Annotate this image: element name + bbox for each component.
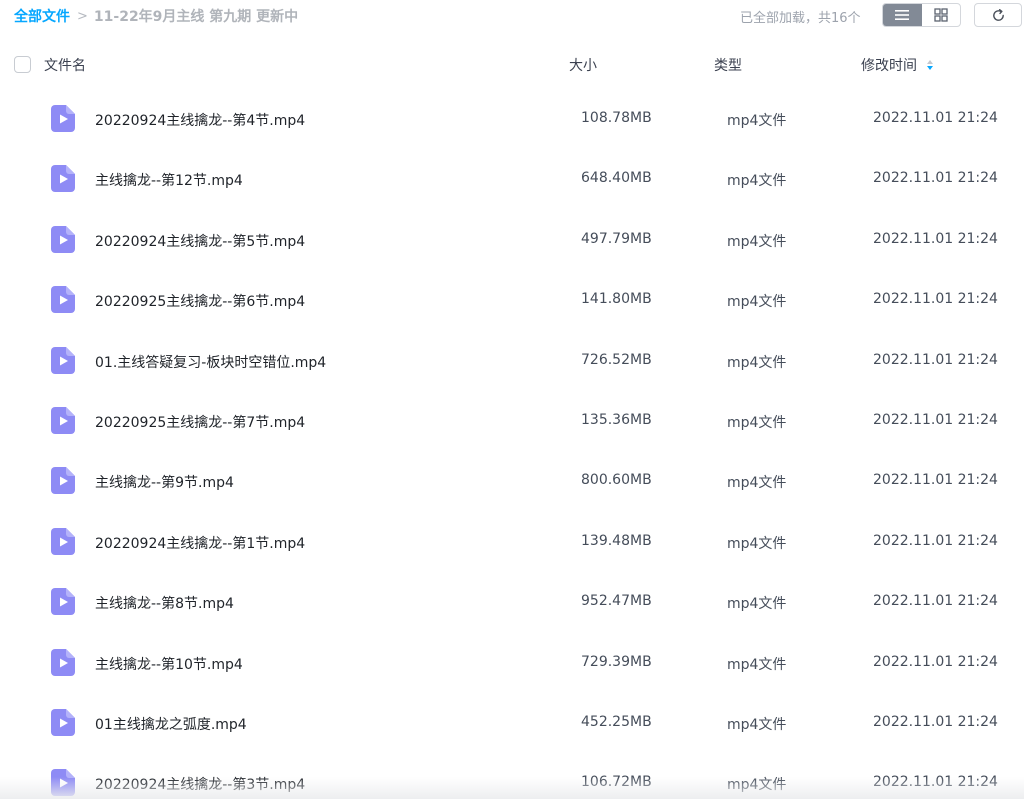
file-name[interactable]: 主线擒龙--第8节.mp4 <box>95 593 234 613</box>
video-file-icon <box>51 406 75 434</box>
file-name[interactable]: 01.主线答疑复习-板块时空错位.mp4 <box>95 352 326 372</box>
video-file-icon <box>51 588 75 616</box>
column-header-modified-time[interactable]: 修改时间 <box>861 55 933 75</box>
file-modified-time: 2022.11.01 21:24 <box>873 713 998 730</box>
file-name[interactable]: 20220925主线擒龙--第7节.mp4 <box>95 412 305 432</box>
file-name[interactable]: 主线擒龙--第10节.mp4 <box>95 654 243 674</box>
video-file-icon <box>51 165 75 193</box>
file-type: mp4文件 <box>727 113 787 129</box>
file-modified-time: 2022.11.01 21:24 <box>873 593 998 610</box>
file-size: 452.25MB <box>581 713 652 730</box>
file-row[interactable]: 20220925主线擒龙--第7节.mp4 135.36MB mp4文件 2022.1… <box>0 391 1024 451</box>
file-type: mp4文件 <box>727 294 787 311</box>
file-row[interactable]: 01主线擒龙之弧度.mp4 452.25MB mp4文件 2022.11.01 21:… <box>0 693 1024 753</box>
file-size: 139.48MB <box>581 532 652 549</box>
file-name[interactable]: 主线擒龙--第12节.mp4 <box>95 170 243 190</box>
grid-view-button[interactable] <box>922 4 961 26</box>
file-row[interactable]: 20220924主线擒龙--第1节.mp4 139.48MB mp4文件 2022.1… <box>0 512 1024 572</box>
video-file-icon <box>51 769 75 797</box>
file-size: 106.72MB <box>581 774 652 791</box>
column-header-name[interactable]: 文件名 <box>44 55 86 75</box>
breadcrumb-root-link[interactable]: 全部文件 <box>14 6 70 26</box>
video-file-icon <box>51 467 75 495</box>
file-modified-time: 2022.11.01 21:24 <box>873 532 998 549</box>
refresh-icon <box>992 8 1004 21</box>
list-view-button[interactable] <box>883 4 922 26</box>
file-size: 726.52MB <box>581 351 652 368</box>
sort-descending-icon[interactable] <box>927 60 933 70</box>
video-file-icon <box>51 105 75 132</box>
file-type: mp4文件 <box>727 173 787 190</box>
column-header-modified-time-label: 修改时间 <box>861 58 917 74</box>
file-type: mp4文件 <box>727 414 787 431</box>
file-modified-time: 2022.11.01 21:24 <box>873 291 998 308</box>
file-type: mp4文件 <box>727 716 787 733</box>
breadcrumb: 全部文件 > 11-22年9月主线 第九期 更新中 <box>14 6 298 26</box>
list-view-icon <box>895 10 910 20</box>
file-name[interactable]: 20220925主线擒龙--第6节.mp4 <box>95 291 305 311</box>
file-modified-time: 2022.11.01 21:24 <box>873 411 998 428</box>
file-size: 108.78MB <box>581 110 652 126</box>
file-modified-time: 2022.11.01 21:24 <box>873 653 998 670</box>
video-file-icon <box>51 648 75 676</box>
select-all-checkbox[interactable] <box>14 56 31 73</box>
file-size: 497.79MB <box>581 230 652 247</box>
file-type: mp4文件 <box>727 475 787 492</box>
file-size: 141.80MB <box>581 291 652 308</box>
file-size: 135.36MB <box>581 411 652 428</box>
video-file-icon <box>51 527 75 555</box>
file-row[interactable]: 主线擒龙--第12节.mp4 648.40MB mp4文件 2022.11.01 21… <box>0 149 1024 209</box>
file-row[interactable]: 20220924主线擒龙--第3节.mp4 106.72MB mp4文件 2022.1… <box>0 753 1024 799</box>
breadcrumb-separator: > <box>77 8 88 24</box>
file-type: mp4文件 <box>727 656 787 673</box>
file-name[interactable]: 20220924主线擒龙--第4节.mp4 <box>95 110 305 130</box>
column-header-size[interactable]: 大小 <box>569 55 597 75</box>
breadcrumb-current-folder: 11-22年9月主线 第九期 更新中 <box>93 9 299 25</box>
video-file-icon <box>51 286 75 314</box>
file-row[interactable]: 20220924主线擒龙--第5节.mp4 497.79MB mp4文件 2022.1… <box>0 210 1024 270</box>
file-name[interactable]: 20220924主线擒龙--第1节.mp4 <box>95 533 305 553</box>
file-modified-time: 2022.11.01 21:24 <box>873 774 998 791</box>
top-bar: 全部文件 > 11-22年9月主线 第九期 更新中 已全部加载，共16个 <box>0 0 1024 30</box>
file-modified-time: 2022.11.01 21:24 <box>873 230 998 247</box>
file-name[interactable]: 20220924主线擒龙--第5节.mp4 <box>95 231 305 251</box>
file-name[interactable]: 20220924主线擒龙--第3节.mp4 <box>95 774 305 794</box>
file-row[interactable]: 20220925主线擒龙--第6节.mp4 141.80MB mp4文件 2022.1… <box>0 270 1024 330</box>
file-modified-time: 2022.11.01 21:24 <box>873 472 998 489</box>
file-type: mp4文件 <box>727 596 787 613</box>
file-size: 729.39MB <box>581 653 652 670</box>
file-modified-time: 2022.11.01 21:24 <box>873 170 998 187</box>
file-list: 20220924主线擒龙--第4节.mp4 108.78MB mp4文件 2022.1… <box>0 89 1024 799</box>
file-name[interactable]: 01主线擒龙之弧度.mp4 <box>95 714 247 734</box>
video-file-icon <box>51 346 75 374</box>
file-row[interactable]: 主线擒龙--第9节.mp4 800.60MB mp4文件 2022.11.01 21:… <box>0 451 1024 511</box>
file-modified-time: 2022.11.01 21:24 <box>873 110 998 126</box>
refresh-button[interactable] <box>974 3 1022 27</box>
grid-view-icon <box>934 8 948 22</box>
file-type: mp4文件 <box>727 354 787 371</box>
file-row[interactable]: 主线擒龙--第8节.mp4 952.47MB mp4文件 2022.11.01 21:… <box>0 572 1024 632</box>
video-file-icon <box>51 708 75 736</box>
file-type: mp4文件 <box>727 535 787 552</box>
load-status-text: 已全部加载，共16个 <box>740 11 861 26</box>
view-mode-toggle <box>882 3 961 27</box>
file-row[interactable]: 主线擒龙--第10节.mp4 729.39MB mp4文件 2022.11.01 21… <box>0 633 1024 693</box>
video-file-icon <box>51 225 75 253</box>
file-name[interactable]: 主线擒龙--第9节.mp4 <box>95 472 234 492</box>
file-row[interactable]: 01.主线答疑复习-板块时空错位.mp4 726.52MB mp4文件 2022.11… <box>0 331 1024 391</box>
file-list-header: 文件名 大小 类型 修改时间 <box>0 48 1024 80</box>
file-row[interactable]: 20220924主线擒龙--第4节.mp4 108.78MB mp4文件 2022.1… <box>0 89 1024 149</box>
column-header-type[interactable]: 类型 <box>714 55 742 75</box>
file-modified-time: 2022.11.01 21:24 <box>873 351 998 368</box>
file-size: 648.40MB <box>581 170 652 187</box>
file-type: mp4文件 <box>727 233 787 250</box>
file-size: 952.47MB <box>581 593 652 610</box>
file-size: 800.60MB <box>581 472 652 489</box>
file-type: mp4文件 <box>727 777 787 794</box>
